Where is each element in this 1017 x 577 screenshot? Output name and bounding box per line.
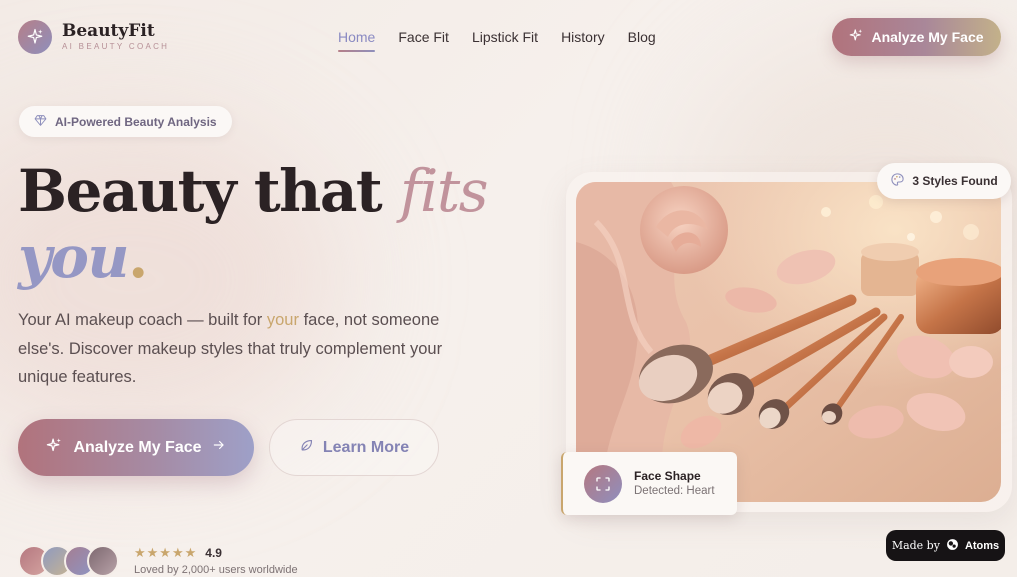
rating-block: ★★★★★ 4.9 Loved by 2,000+ users worldwid… <box>134 546 298 576</box>
hero-headline: Beauty that fits you. <box>18 157 489 291</box>
face-shape-card: Face Shape Detected: Heart <box>561 452 737 515</box>
star-rating-icons: ★★★★★ <box>134 545 198 560</box>
hero-description: Your AI makeup coach — built for your fa… <box>18 306 458 392</box>
sparkle-icon <box>849 28 864 46</box>
nav-history[interactable]: History <box>561 29 605 49</box>
headline-fits: fits <box>399 157 489 225</box>
styles-found-chip: 3 Styles Found <box>877 163 1011 199</box>
face-shape-value: Detected: Heart <box>634 484 715 497</box>
analyze-face-header-button[interactable]: Analyze My Face <box>832 18 1001 56</box>
ai-powered-badge: AI-Powered Beauty Analysis <box>19 106 232 137</box>
user-avatars <box>18 545 119 577</box>
palette-icon <box>890 172 905 190</box>
nav-face-fit[interactable]: Face Fit <box>398 29 449 49</box>
learn-more-label: Learn More <box>322 438 410 456</box>
brand-tagline: AI BEAUTY COACH <box>62 42 170 51</box>
diamond-icon <box>34 114 47 130</box>
brand-name: BeautyFit <box>62 21 155 41</box>
lead-highlight: your <box>266 311 299 329</box>
sparkle-logo-icon <box>18 20 52 54</box>
made-by-brand: Atoms <box>964 539 1000 552</box>
sparkle-icon <box>46 437 63 459</box>
headline-you: you <box>18 223 130 291</box>
leaf-icon <box>299 438 314 458</box>
face-scan-icon <box>584 464 622 503</box>
analyze-face-label: Analyze My Face <box>73 438 202 456</box>
face-shape-title: Face Shape <box>634 468 701 483</box>
nav-blog[interactable]: Blog <box>628 29 656 49</box>
logo[interactable]: BeautyFit AI BEAUTY COACH <box>18 20 169 54</box>
nav-lipstick-fit[interactable]: Lipstick Fit <box>472 29 538 49</box>
badge-label: AI-Powered Beauty Analysis <box>55 114 217 129</box>
rating-score: 4.9 <box>205 545 222 560</box>
nav-home[interactable]: Home <box>338 29 376 52</box>
social-proof: ★★★★★ 4.9 Loved by 2,000+ users worldwid… <box>18 545 298 577</box>
analyze-face-header-label: Analyze My Face <box>871 29 984 45</box>
users-caption: Loved by 2,000+ users worldwide <box>134 564 298 576</box>
atoms-logo-icon <box>946 538 959 554</box>
analyze-face-button[interactable]: Analyze My Face <box>18 419 254 476</box>
styles-found-label: 3 Styles Found <box>912 174 998 188</box>
headline-dot: . <box>128 223 148 291</box>
made-by-atoms-badge[interactable]: Made by Atoms <box>886 530 1005 561</box>
lead-before: Your AI makeup coach — built for <box>18 311 267 329</box>
arrow-right-icon <box>212 438 226 457</box>
main-nav: Home Face Fit Lipstick Fit History Blog <box>338 29 679 52</box>
made-by-prefix: Made by <box>891 539 940 552</box>
avatar <box>87 545 119 577</box>
site-header: BeautyFit AI BEAUTY COACH Home Face Fit … <box>0 0 1017 75</box>
headline-plain: Beauty that <box>18 157 383 225</box>
learn-more-button[interactable]: Learn More <box>269 419 439 476</box>
